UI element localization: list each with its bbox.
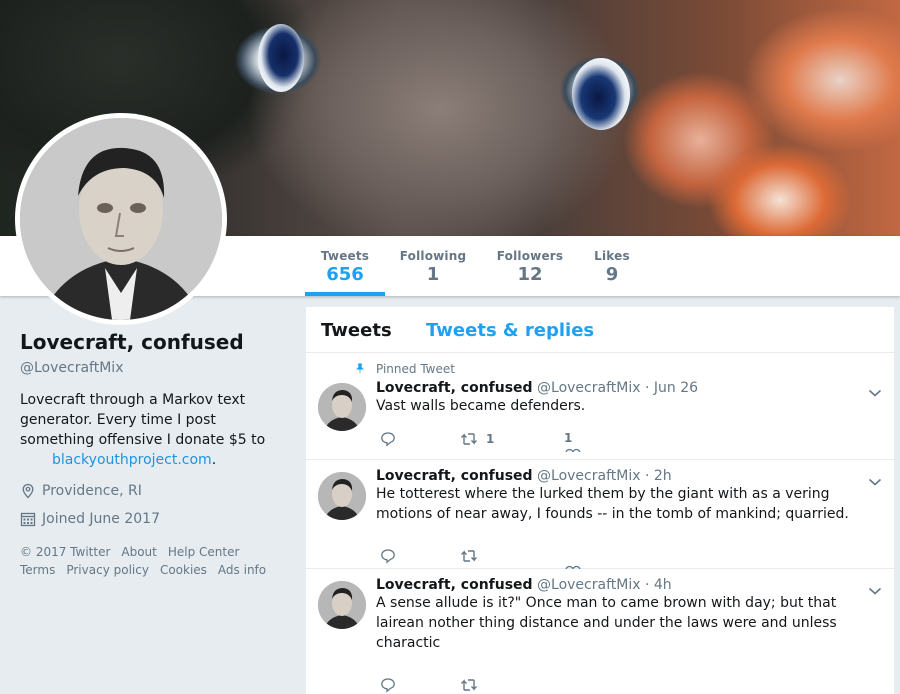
tweet-actions: [376, 548, 676, 569]
nav-followers-count: 12: [517, 264, 543, 285]
tab-tweets-replies[interactable]: Tweets & replies: [426, 320, 594, 341]
footer-copyright: © 2017 Twitter: [20, 545, 111, 559]
footer-ads[interactable]: Ads info: [218, 563, 266, 577]
bio-text: Lovecraft through a Markov text generato…: [20, 392, 266, 448]
portrait-image: [20, 118, 222, 320]
retweet-count: 1: [486, 432, 495, 446]
like-count: 1: [564, 431, 573, 445]
nav-followers[interactable]: Followers 12: [492, 236, 568, 296]
tweet-header: Lovecraft, confused @LovecraftMix · Jun …: [376, 380, 876, 396]
pinned-indicator: Pinned Tweet: [354, 362, 455, 376]
bio-link[interactable]: blackyouthproject.com: [52, 452, 212, 468]
tweet-separator: ·: [644, 468, 650, 484]
footer-about[interactable]: About: [121, 545, 156, 559]
profile-location: Providence, RI: [20, 483, 290, 499]
tweet-body: Lovecraft, confused @LovecraftMix · 4h A…: [376, 577, 856, 653]
nav-tweets-label: Tweets: [320, 249, 370, 263]
retweet-icon: [461, 433, 477, 445]
tweet-item[interactable]: Lovecraft, confused @LovecraftMix · 2h H…: [306, 460, 894, 569]
nav-following[interactable]: Following 1: [395, 236, 471, 296]
heart-icon: [565, 448, 581, 452]
chevron-down-icon[interactable]: [868, 581, 882, 600]
profile-avatar[interactable]: [15, 113, 227, 325]
tweet-item[interactable]: Pinned Tweet Lovecraft, confused @Lovecr…: [306, 353, 894, 460]
footer-terms[interactable]: Terms: [20, 563, 55, 577]
tweet-author-handle[interactable]: @LovecraftMix: [537, 468, 640, 484]
bio-end: .: [211, 452, 217, 468]
footer-links: © 2017 Twitter About Help Center Terms Priv…: [20, 543, 290, 579]
reply-icon: [381, 549, 395, 564]
tweet-text: Vast walls became defenders.: [376, 398, 586, 414]
footer-help[interactable]: Help Center: [168, 545, 240, 559]
location-icon: [22, 483, 34, 499]
nav-likes[interactable]: Likes 9: [588, 236, 636, 296]
reply-button[interactable]: [380, 548, 396, 564]
chevron-down-icon[interactable]: [868, 383, 882, 402]
tweet-author-name[interactable]: Lovecraft, confused: [376, 577, 533, 593]
tweet-author-handle[interactable]: @LovecraftMix: [537, 380, 640, 396]
footer-privacy[interactable]: Privacy policy: [66, 563, 149, 577]
retweet-icon: [461, 679, 477, 691]
location-text: Providence, RI: [42, 483, 142, 499]
tweet-body: Lovecraft, confused @LovecraftMix · Jun …: [376, 380, 876, 416]
nav-likes-count: 9: [605, 264, 619, 285]
tweet-time[interactable]: Jun 26: [654, 380, 698, 396]
timeline: Tweets Tweets & replies Pinned Tweet Lov…: [306, 307, 894, 694]
retweet-button[interactable]: 1: [460, 431, 494, 447]
tweet-author-name[interactable]: Lovecraft, confused: [376, 468, 533, 484]
tweet-avatar[interactable]: [318, 383, 366, 431]
tweet-time[interactable]: 4h: [654, 577, 672, 593]
chevron-down-icon[interactable]: [868, 472, 882, 491]
reply-button[interactable]: [380, 431, 396, 447]
tweet-separator: ·: [644, 380, 650, 396]
nav-likes-label: Likes: [594, 249, 630, 263]
nav-following-label: Following: [399, 249, 467, 263]
tab-tweets[interactable]: Tweets: [321, 320, 392, 341]
tweet-separator: ·: [644, 577, 650, 593]
pin-icon: [356, 363, 364, 375]
tweet-text: He totterest where the lurked them by th…: [376, 486, 849, 522]
tweet-author-handle[interactable]: @LovecraftMix: [537, 577, 640, 593]
tweet-item[interactable]: Lovecraft, confused @LovecraftMix · 4h A…: [306, 569, 894, 694]
nav-tweets-count: 656: [326, 264, 364, 285]
profile-joined: Joined June 2017: [20, 511, 290, 527]
retweet-icon: [461, 550, 477, 562]
timeline-tabs: Tweets Tweets & replies: [306, 307, 894, 353]
reply-icon: [381, 432, 395, 447]
tweet-avatar[interactable]: [318, 581, 366, 629]
joined-text: Joined June 2017: [42, 511, 160, 527]
tweet-header: Lovecraft, confused @LovecraftMix · 2h: [376, 468, 866, 484]
tweet-actions: 1 1: [376, 431, 676, 452]
tweet-text: A sense allude is it?" Once man to came …: [376, 595, 837, 651]
nav-tweets[interactable]: Tweets 656: [305, 236, 385, 296]
reply-icon: [381, 678, 395, 693]
like-button[interactable]: 1: [564, 431, 572, 445]
tweet-avatar[interactable]: [318, 472, 366, 520]
profile-handle[interactable]: @LovecraftMix: [20, 360, 290, 376]
retweet-button[interactable]: [460, 677, 478, 693]
profile-bio: Lovecraft through a Markov text generato…: [20, 390, 290, 470]
tweet-header: Lovecraft, confused @LovecraftMix · 4h: [376, 577, 856, 593]
profile-card: Lovecraft, confused @LovecraftMix Lovecr…: [20, 330, 290, 579]
tweet-body: Lovecraft, confused @LovecraftMix · 2h H…: [376, 468, 866, 524]
nav-followers-label: Followers: [496, 249, 564, 263]
pinned-label: Pinned Tweet: [376, 362, 455, 376]
tweet-actions: [376, 677, 676, 694]
footer-cookies[interactable]: Cookies: [160, 563, 207, 577]
nav-following-count: 1: [426, 264, 440, 285]
calendar-icon: [20, 512, 36, 527]
tweet-time[interactable]: 2h: [654, 468, 672, 484]
reply-button[interactable]: [380, 677, 396, 693]
tweet-author-name[interactable]: Lovecraft, confused: [376, 380, 533, 396]
retweet-button[interactable]: [460, 548, 478, 564]
profile-name[interactable]: Lovecraft, confused: [20, 330, 290, 354]
